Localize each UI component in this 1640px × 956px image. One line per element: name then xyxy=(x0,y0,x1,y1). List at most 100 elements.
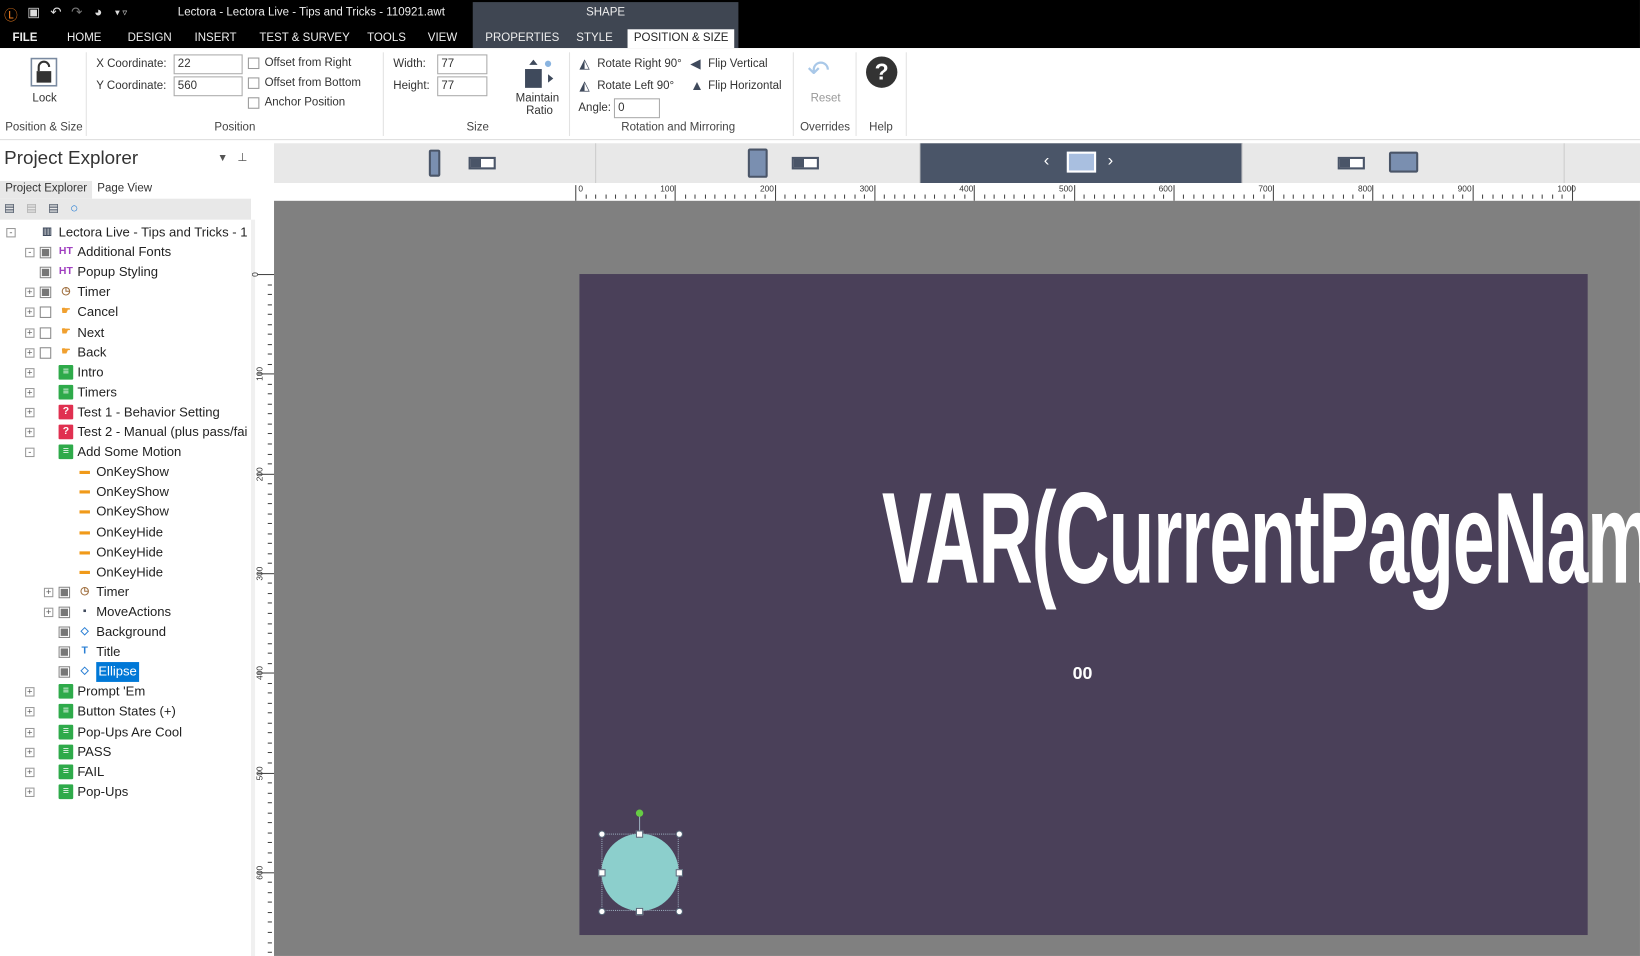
visibility-checkbox[interactable] xyxy=(39,286,52,299)
tab-position-size[interactable]: POSITION & SIZE xyxy=(627,29,735,49)
chevron-right-icon[interactable]: › xyxy=(1108,152,1114,171)
publish-globe-icon[interactable]: ◕ xyxy=(94,4,102,20)
tree-item[interactable]: ◇ Background xyxy=(0,622,251,642)
tree-item[interactable]: + ▪ MoveActions xyxy=(0,602,251,622)
save-icon[interactable]: ▣ xyxy=(27,4,40,21)
tab-view[interactable]: VIEW xyxy=(421,29,463,48)
undo-icon[interactable]: ↶ xyxy=(50,4,61,21)
resize-handle[interactable] xyxy=(675,907,683,916)
tree-item[interactable]: + ≡ Pop-Ups Are Cool xyxy=(0,722,251,742)
tree-item[interactable]: + ◷ Timer xyxy=(0,582,251,602)
tree-item[interactable]: + ≡ Button States (+) xyxy=(0,702,251,722)
add-chapter-icon[interactable]: ▤ xyxy=(26,201,37,215)
y-coordinate-input[interactable]: 560 xyxy=(173,76,243,97)
reset-button[interactable]: Reset xyxy=(811,92,841,105)
expand-toggle-icon[interactable]: + xyxy=(25,787,35,797)
visibility-checkbox[interactable] xyxy=(39,246,52,259)
tree-item[interactable]: + ≡ Prompt 'Em xyxy=(0,682,251,702)
resize-handle[interactable] xyxy=(675,869,683,877)
tab-test-survey[interactable]: TEST & SURVEY xyxy=(253,29,356,48)
tree-item[interactable]: - HT Additional Fonts xyxy=(0,243,251,263)
flip-vertical-button[interactable]: Flip Vertical xyxy=(708,58,767,71)
expand-toggle-icon[interactable]: - xyxy=(6,227,16,238)
rotate-right-icon[interactable]: ◭ xyxy=(579,55,589,72)
expand-toggle-icon[interactable]: + xyxy=(25,727,35,737)
expand-toggle-icon[interactable]: + xyxy=(43,607,54,617)
expand-toggle-icon[interactable]: + xyxy=(25,327,35,338)
tree-item[interactable]: ▬ OnKeyShow xyxy=(0,462,251,482)
tree-item[interactable]: + ≡ Pop-Ups xyxy=(0,782,251,802)
visibility-checkbox[interactable] xyxy=(58,626,71,638)
expand-toggle-icon[interactable]: + xyxy=(25,307,35,318)
offset-right-checkbox[interactable] xyxy=(247,57,260,70)
visibility-checkbox[interactable] xyxy=(39,326,52,339)
tree-item[interactable]: + ◷ Timer xyxy=(0,283,251,303)
lock-icon[interactable] xyxy=(29,56,58,87)
tree-item[interactable]: + ≡ FAIL xyxy=(0,762,251,782)
expand-toggle-icon[interactable]: + xyxy=(25,707,35,717)
tree-item[interactable]: ▬ OnKeyHide xyxy=(0,562,251,582)
resize-handle[interactable] xyxy=(598,869,606,877)
tree-item[interactable]: ◇ Ellipse xyxy=(0,662,251,683)
tab-page-view[interactable]: Page View xyxy=(92,181,157,199)
resize-handle[interactable] xyxy=(635,907,644,916)
anchor-position-checkbox[interactable] xyxy=(247,97,260,109)
rotate-right-button[interactable]: Rotate Right 90° xyxy=(597,58,682,71)
tree-item[interactable]: +? Test 2 - Manual (plus pass/fai xyxy=(0,423,251,443)
visibility-checkbox[interactable] xyxy=(58,666,71,678)
expand-toggle-icon[interactable]: - xyxy=(25,447,35,458)
x-coordinate-input[interactable]: 22 xyxy=(173,54,243,75)
height-input[interactable]: 77 xyxy=(437,76,488,97)
tree-item[interactable]: + ☛ Next xyxy=(0,323,251,343)
resize-handle[interactable] xyxy=(635,830,644,838)
resize-handle[interactable] xyxy=(675,830,683,838)
tree-item[interactable]: + ≡ Intro xyxy=(0,363,251,383)
page-title-text[interactable]: VAR(CurrentPageName) xyxy=(579,460,1640,617)
tree-item[interactable]: ▬ OnKeyHide xyxy=(0,522,251,542)
tree-item[interactable]: + ☛ Back xyxy=(0,343,251,363)
expand-toggle-icon[interactable]: + xyxy=(25,387,35,398)
flip-vertical-icon[interactable]: ◀ xyxy=(690,55,700,72)
tab-style[interactable]: STYLE xyxy=(570,29,619,48)
angle-spinner[interactable]: 0 xyxy=(613,98,660,119)
lock-button[interactable]: Lock xyxy=(32,92,56,105)
tab-home[interactable]: HOME xyxy=(61,29,108,48)
tab-insert[interactable]: INSERT xyxy=(188,29,243,48)
visibility-checkbox[interactable] xyxy=(39,346,52,359)
tree-item[interactable]: - ▥ Lectora Live - Tips and Tricks - 1 xyxy=(0,223,251,243)
tree-item[interactable]: + ☛ Cancel xyxy=(0,303,251,323)
tree-item[interactable]: T Title xyxy=(0,642,251,662)
resize-handle[interactable] xyxy=(598,830,606,838)
rotate-left-button[interactable]: Rotate Left 90° xyxy=(597,79,674,92)
visibility-checkbox[interactable] xyxy=(39,306,52,319)
expand-toggle-icon[interactable]: + xyxy=(25,347,35,358)
tree-item[interactable]: - ≡ Add Some Motion xyxy=(0,443,251,463)
timer-text[interactable]: 00 xyxy=(1046,663,1119,684)
tab-design[interactable]: DESIGN xyxy=(121,29,178,48)
flip-horizontal-icon[interactable]: ▲ xyxy=(690,77,703,93)
pin-icon[interactable]: ⊥ xyxy=(237,151,247,165)
maintain-ratio-button[interactable]: Maintain xyxy=(516,92,559,105)
panel-dropdown-icon[interactable]: ▼ xyxy=(218,153,228,165)
reset-icon[interactable]: ↶ xyxy=(807,54,830,86)
visibility-checkbox[interactable] xyxy=(58,586,71,599)
resize-handle[interactable] xyxy=(598,907,606,916)
expand-toggle-icon[interactable]: + xyxy=(25,427,35,438)
tree-item[interactable]: + ≡ PASS xyxy=(0,742,251,762)
chevron-left-icon[interactable]: ‹ xyxy=(1044,152,1050,171)
expand-toggle-icon[interactable]: + xyxy=(25,767,35,777)
expand-toggle-icon[interactable]: + xyxy=(43,587,54,597)
offset-bottom-checkbox[interactable] xyxy=(247,77,260,89)
expand-toggle-icon[interactable]: + xyxy=(25,407,35,418)
page-title-variable[interactable]: VAR(CurrentPageName) xyxy=(882,460,1640,617)
tab-project-explorer[interactable]: Project Explorer xyxy=(0,180,93,199)
quick-access-dropdown-icon[interactable]: ▾ ▿ xyxy=(115,7,127,19)
rotate-left-icon[interactable]: ◭ xyxy=(579,77,589,94)
tree-item[interactable]: ▬ OnKeyHide xyxy=(0,542,251,562)
tree-item[interactable]: HT Popup Styling xyxy=(0,263,251,283)
add-page-icon[interactable]: ▤ xyxy=(4,201,15,215)
visibility-checkbox[interactable] xyxy=(58,646,71,658)
visibility-checkbox[interactable] xyxy=(58,606,71,619)
tab-file[interactable]: FILE xyxy=(6,29,43,48)
tree-item[interactable]: ▬ OnKeyShow xyxy=(0,482,251,502)
